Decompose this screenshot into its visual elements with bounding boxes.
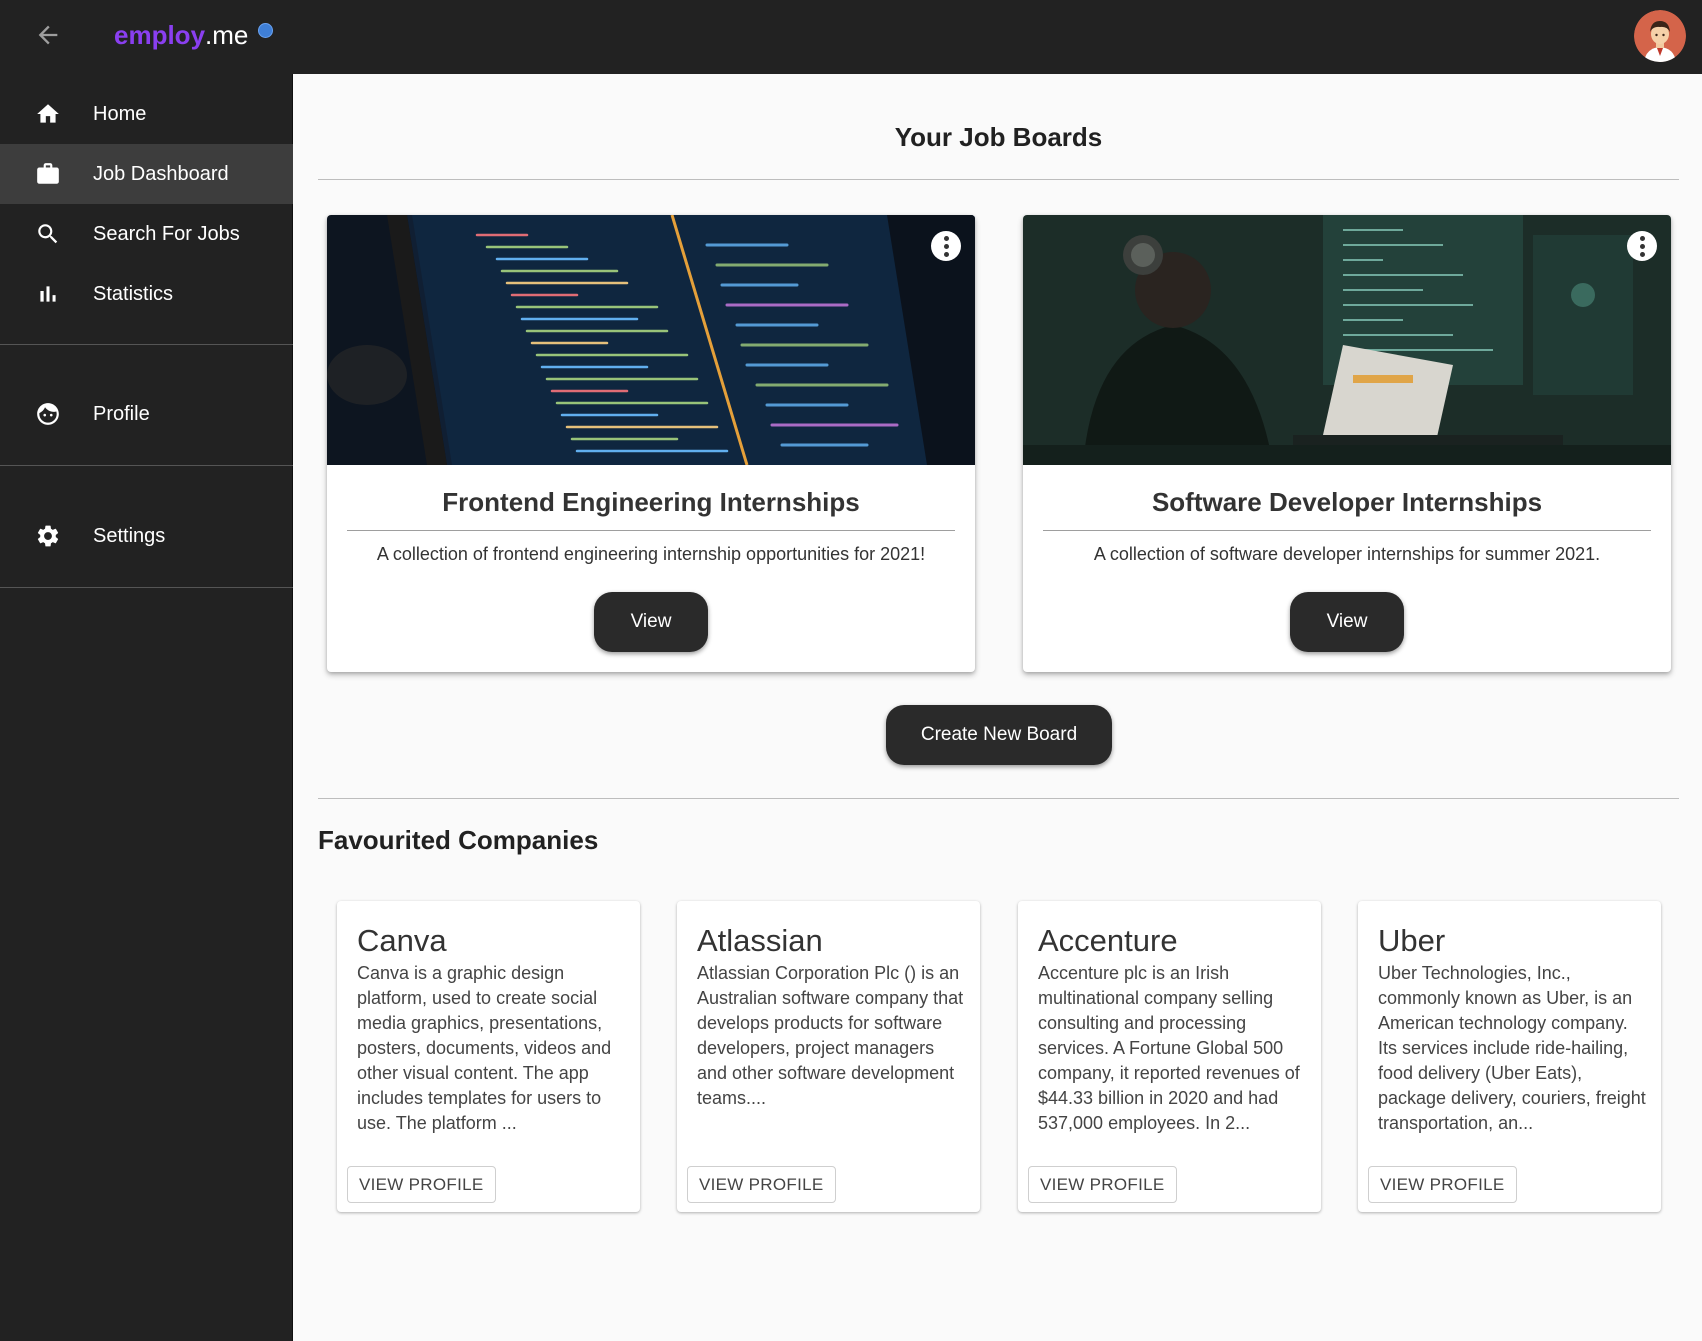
view-board-button[interactable]: View xyxy=(594,592,708,652)
sidebar-item-statistics[interactable]: Statistics xyxy=(0,264,293,324)
company-card-atlassian: Atlassian Atlassian Corporation Plc () i… xyxy=(677,901,980,1212)
sidebar-item-label: Search For Jobs xyxy=(93,222,240,245)
section-divider xyxy=(318,179,1679,180)
sidebar-item-label: Statistics xyxy=(93,282,174,305)
company-card-uber: Uber Uber Technologies, Inc., commonly k… xyxy=(1358,901,1661,1212)
company-name: Uber xyxy=(1378,923,1446,958)
bar-chart-icon xyxy=(35,281,61,307)
view-profile-button[interactable]: VIEW PROFILE xyxy=(1368,1166,1517,1203)
sidebar-divider xyxy=(0,465,293,466)
company-description: Canva is a graphic design platform, used… xyxy=(357,963,612,1133)
sidebar-item-label: Home xyxy=(93,102,147,125)
company-description: Uber Technologies, Inc., commonly known … xyxy=(1378,963,1646,1133)
sidebar-item-settings[interactable]: Settings xyxy=(0,506,293,566)
globe-icon xyxy=(258,23,274,38)
board-image-developer xyxy=(1023,215,1671,465)
sidebar-item-label: Profile xyxy=(93,402,150,425)
face-icon xyxy=(35,401,61,427)
sidebar-item-home[interactable]: Home xyxy=(0,84,293,144)
sidebar-item-job-dashboard[interactable]: Job Dashboard xyxy=(0,144,293,204)
board-divider xyxy=(1043,530,1651,531)
board-description: A collection of frontend engineering int… xyxy=(376,544,926,564)
company-name: Canva xyxy=(357,923,447,958)
create-new-board-button[interactable]: Create New Board xyxy=(886,705,1112,765)
briefcase-icon xyxy=(35,161,61,187)
company-name: Accenture xyxy=(1038,923,1178,958)
view-profile-button[interactable]: VIEW PROFILE xyxy=(687,1166,836,1203)
favourites-heading: Favourited Companies xyxy=(318,825,599,855)
top-app-bar: employ.me xyxy=(0,0,1702,74)
job-board-card: Software Developer Internships A collect… xyxy=(1023,215,1671,672)
company-description: Accenture plc is an Irish multinational … xyxy=(1038,963,1300,1133)
board-divider xyxy=(347,530,955,531)
company-card-accenture: Accenture Accenture plc is an Irish mult… xyxy=(1018,901,1321,1212)
logo-suffix: .me xyxy=(205,20,249,50)
job-board-card: Frontend Engineering Internships A colle… xyxy=(327,215,975,672)
search-icon xyxy=(35,221,61,247)
sidebar-item-profile[interactable]: Profile xyxy=(0,384,293,444)
back-button[interactable] xyxy=(28,17,68,57)
company-card-canva: Canva Canva is a graphic design platform… xyxy=(337,901,640,1212)
gear-icon xyxy=(35,523,61,549)
sidebar-divider xyxy=(0,344,293,345)
view-board-button[interactable]: View xyxy=(1290,592,1404,652)
board-image-code xyxy=(327,215,975,465)
view-profile-button[interactable]: VIEW PROFILE xyxy=(347,1166,496,1203)
sidebar-item-label: Settings xyxy=(93,524,166,547)
view-profile-button[interactable]: VIEW PROFILE xyxy=(1028,1166,1177,1203)
sidebar-item-label: Job Dashboard xyxy=(93,162,229,185)
board-options-button[interactable] xyxy=(931,231,961,261)
board-title: Frontend Engineering Internships xyxy=(442,487,860,517)
arrow-left-icon xyxy=(34,21,62,54)
logo-brand: employ xyxy=(114,20,206,50)
home-icon xyxy=(35,101,61,127)
company-name: Atlassian xyxy=(697,923,823,958)
board-options-button[interactable] xyxy=(1627,231,1657,261)
section-divider xyxy=(318,798,1679,799)
company-description: Atlassian Corporation Plc () is an Austr… xyxy=(697,963,964,1108)
board-title: Software Developer Internships xyxy=(1151,487,1543,517)
page-title: Your Job Boards xyxy=(894,122,1103,152)
sidebar-divider xyxy=(0,587,293,588)
sidebar-item-search-jobs[interactable]: Search For Jobs xyxy=(0,204,293,264)
sidebar: Home Job Dashboard Search For Jobs Stati… xyxy=(0,74,293,1341)
user-avatar[interactable] xyxy=(1634,10,1686,62)
app-logo[interactable]: employ.me xyxy=(114,18,274,52)
board-description: A collection of software developer inter… xyxy=(1093,544,1601,564)
